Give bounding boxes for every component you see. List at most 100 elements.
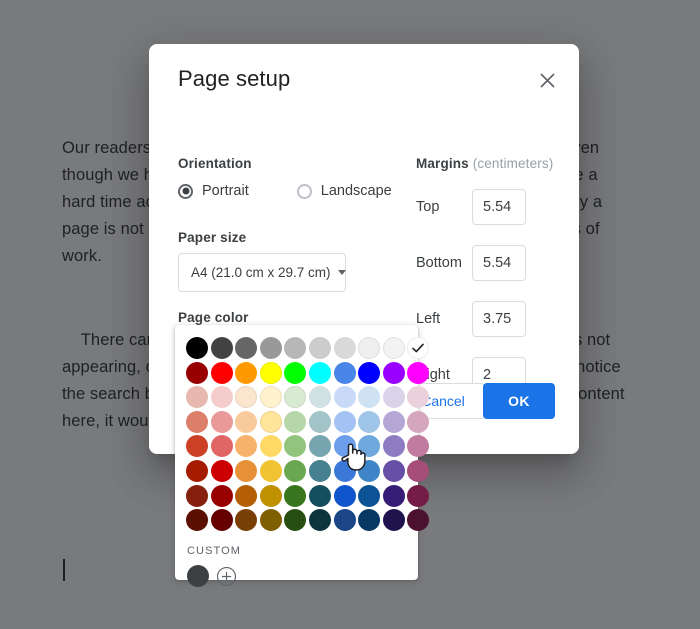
radio-landscape-label: Landscape [321,183,392,199]
color-swatch-ff00ff[interactable] [407,362,429,384]
color-swatch-0c343d[interactable] [309,509,331,531]
color-swatch-ffff00[interactable] [260,362,282,384]
paper-size-value: A4 (21.0 cm x 29.7 cm) [191,265,331,280]
close-icon [539,72,556,89]
color-swatch-ffffff[interactable] [407,337,429,359]
color-swatch-b6d7a8[interactable] [284,411,306,433]
color-swatch-cccccc[interactable] [309,337,331,359]
color-swatch-efefef[interactable] [358,337,380,359]
margin-bottom-input[interactable] [472,245,526,281]
color-swatch-76a5af[interactable] [309,435,331,457]
color-swatch-a4c2f4[interactable] [334,411,356,433]
color-swatch-660000[interactable] [211,509,233,531]
color-swatch-d9ead3[interactable] [284,386,306,408]
color-swatch-00ffff[interactable] [309,362,331,384]
color-swatch-f4cccc[interactable] [211,386,233,408]
color-swatch-ea9999[interactable] [211,411,233,433]
color-swatch-0000ff[interactable] [358,362,380,384]
color-swatch-6fa8dc[interactable] [358,435,380,457]
margin-left-input[interactable] [472,301,526,337]
color-swatch-b45f06[interactable] [235,485,257,507]
color-swatch-fff2cc[interactable] [260,386,282,408]
color-swatch-dd7e6b[interactable] [186,411,208,433]
color-swatch-980000[interactable] [186,362,208,384]
margin-top-input[interactable] [472,189,526,225]
color-swatch-cfe2f3[interactable] [358,386,380,408]
color-swatch-741b47[interactable] [407,485,429,507]
color-swatch-0b5394[interactable] [358,485,380,507]
page-color-palette-popup: CUSTOM [175,325,418,580]
color-swatch-9fc5e8[interactable] [358,411,380,433]
color-swatch-ffe599[interactable] [260,411,282,433]
color-swatch-351c75[interactable] [383,485,405,507]
color-swatch-c9daf8[interactable] [334,386,356,408]
color-swatch-8e7cc3[interactable] [383,435,405,457]
close-button[interactable] [533,66,561,94]
margin-row-top: Top [416,189,526,225]
color-swatch-5b0f00[interactable] [186,509,208,531]
color-swatch-674ea7[interactable] [383,460,405,482]
color-swatch-3c78d8[interactable] [334,460,356,482]
color-swatch-b4a7d6[interactable] [383,411,405,433]
color-swatch-bf9000[interactable] [260,485,282,507]
color-swatch-073763[interactable] [358,509,380,531]
color-swatch-ff9900[interactable] [235,362,257,384]
ok-button[interactable]: OK [483,383,555,419]
radio-landscape[interactable]: Landscape [297,183,392,199]
margin-bottom-label: Bottom [416,255,472,271]
color-swatch-ffd966[interactable] [260,435,282,457]
color-swatch-666666[interactable] [235,337,257,359]
color-swatch-38761d[interactable] [284,485,306,507]
color-swatch-000000[interactable] [186,337,208,359]
color-swatch-1155cc[interactable] [334,485,356,507]
paper-size-dropdown[interactable]: A4 (21.0 cm x 29.7 cm) [178,253,346,292]
color-swatch-d0e0e3[interactable] [309,386,331,408]
color-swatch-45818e[interactable] [309,460,331,482]
color-swatch-4a86e8[interactable] [334,362,356,384]
color-swatch-6aa84f[interactable] [284,460,306,482]
color-swatch-20124d[interactable] [383,509,405,531]
color-swatch-f9cb9c[interactable] [235,411,257,433]
color-swatch-999999[interactable] [260,337,282,359]
color-swatch-e69138[interactable] [235,460,257,482]
color-swatch-fce5cd[interactable] [235,386,257,408]
color-swatch-f1c232[interactable] [260,460,282,482]
color-swatch-93c47d[interactable] [284,435,306,457]
color-swatch-a2c4c9[interactable] [309,411,331,433]
color-swatch-6d9eeb[interactable] [334,435,356,457]
custom-color-swatch[interactable] [187,565,209,587]
color-swatch-9900ff[interactable] [383,362,405,384]
color-swatch-3d85c6[interactable] [358,460,380,482]
color-swatch-134f5c[interactable] [309,485,331,507]
color-swatch-d9d9d9[interactable] [334,337,356,359]
margins-label: Margins (centimeters) [416,156,553,171]
margins-unit: (centimeters) [473,156,554,171]
radio-portrait[interactable]: Portrait [178,183,249,199]
color-swatch-d9d2e9[interactable] [383,386,405,408]
color-swatch-cc4125[interactable] [186,435,208,457]
color-swatch-f3f3f3[interactable] [383,337,405,359]
color-swatch-434343[interactable] [211,337,233,359]
color-swatch-783f04[interactable] [235,509,257,531]
color-swatch-b7b7b7[interactable] [284,337,306,359]
custom-color-row [187,565,418,587]
color-swatch-1c4587[interactable] [334,509,356,531]
color-swatch-990000[interactable] [211,485,233,507]
color-swatch-00ff00[interactable] [284,362,306,384]
radio-portrait-label: Portrait [202,183,249,199]
page-title: Page setup [178,66,290,92]
plus-circle-icon[interactable] [216,566,237,587]
color-swatch-d5a6bd[interactable] [407,411,429,433]
color-swatch-7f6000[interactable] [260,509,282,531]
color-swatch-e06666[interactable] [211,435,233,457]
selected-check-icon [407,337,429,359]
color-swatch-274e13[interactable] [284,509,306,531]
margin-row-bottom: Bottom [416,245,526,281]
color-swatch-e6b8af[interactable] [186,386,208,408]
color-swatch-85200c[interactable] [186,485,208,507]
radio-landscape-icon [297,184,312,199]
color-swatch-cc0000[interactable] [211,460,233,482]
color-swatch-a61c00[interactable] [186,460,208,482]
color-swatch-f6b26b[interactable] [235,435,257,457]
color-swatch-ff0000[interactable] [211,362,233,384]
